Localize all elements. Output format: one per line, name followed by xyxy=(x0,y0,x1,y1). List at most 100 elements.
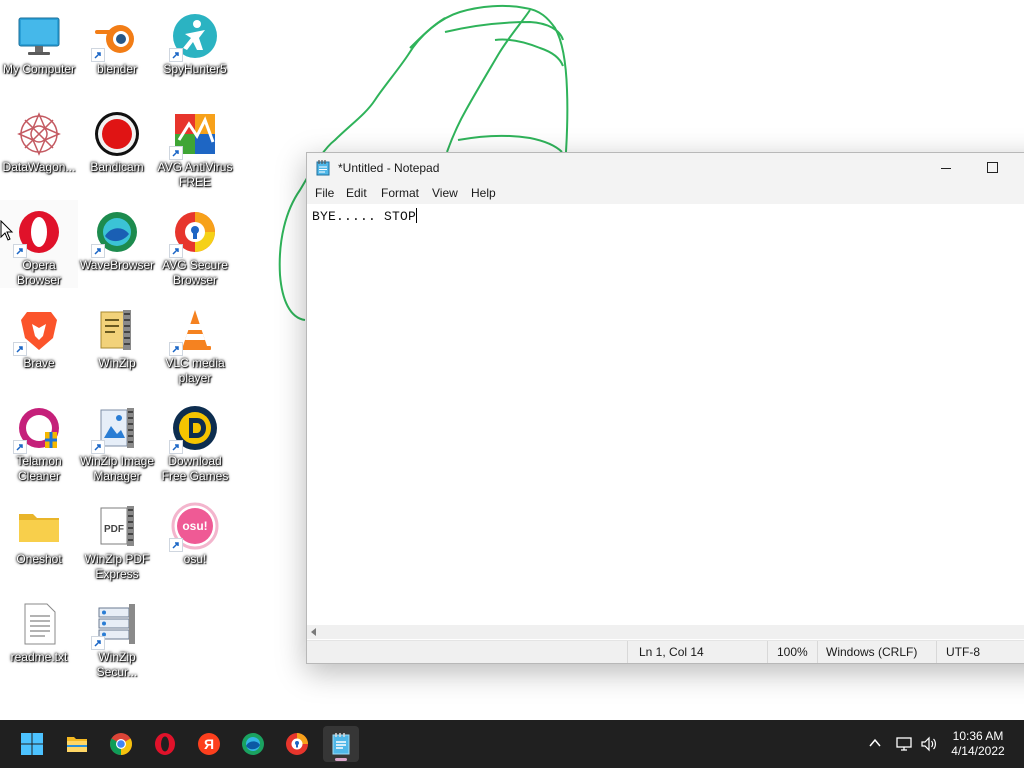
desktop-icon-wavebrowser[interactable]: WaveBrowser xyxy=(78,200,156,273)
text-caret xyxy=(416,208,418,223)
icon-label: WinZip xyxy=(98,356,136,370)
winzip-icon xyxy=(93,306,141,354)
brave-icon xyxy=(13,306,63,356)
avg-secure-browser-icon xyxy=(169,208,219,258)
winzip-image-manager-icon xyxy=(91,404,141,454)
status-divider xyxy=(936,641,937,663)
icon-label: VLC media player xyxy=(165,356,225,385)
shortcut-arrow-icon xyxy=(13,440,27,454)
desktop-icon-opera[interactable]: Opera Browser xyxy=(0,200,78,288)
yandex-icon: Я xyxy=(198,733,220,755)
menu-edit[interactable]: Edit xyxy=(346,186,367,200)
title-bar[interactable]: *Untitled - Notepad xyxy=(307,153,1024,183)
window-title: *Untitled - Notepad xyxy=(338,161,440,175)
desktop-icon-winzip[interactable]: WinZip xyxy=(78,298,156,371)
shortcut-arrow-icon xyxy=(13,342,27,356)
notepad-app-icon xyxy=(316,160,330,176)
desktop-icon-readme[interactable]: readme.txt xyxy=(0,592,78,665)
volume-icon[interactable] xyxy=(920,736,938,752)
menu-view[interactable]: View xyxy=(432,186,458,200)
chrome-icon xyxy=(110,733,132,755)
taskbar-edge[interactable] xyxy=(235,726,271,762)
icon-label: DataWagon... xyxy=(2,160,76,174)
chevron-up-icon[interactable] xyxy=(868,736,882,750)
desktop-icon-datawagon[interactable]: DataWagon... xyxy=(0,102,78,175)
taskbar-yandex[interactable]: Я xyxy=(191,726,227,762)
scroll-left-arrow-icon[interactable] xyxy=(311,628,316,636)
desktop-icon-osu[interactable]: osu! osu! xyxy=(156,494,234,567)
file-explorer-icon xyxy=(67,737,87,752)
desktop-icon-blender[interactable]: blender xyxy=(78,4,156,77)
menu-help[interactable]: Help xyxy=(471,186,496,200)
encoding: UTF-8 xyxy=(946,645,980,659)
opera-icon xyxy=(155,733,175,755)
windows-logo-icon xyxy=(21,733,43,755)
taskbar-file-explorer[interactable] xyxy=(59,726,95,762)
menu-file[interactable]: File xyxy=(315,186,334,200)
icon-label: Opera Browser xyxy=(16,258,61,287)
vlc-cone-icon xyxy=(169,306,219,356)
desktop-icon-winzip-secure[interactable]: WinZip Secur... xyxy=(78,592,156,680)
icon-label: WinZip PDF Express xyxy=(84,552,150,581)
icon-label: My Computer xyxy=(2,62,76,76)
network-icon[interactable] xyxy=(895,736,913,752)
line-ending: Windows (CRLF) xyxy=(826,645,918,659)
desktop-icon-telamon-cleaner[interactable]: Telamon Cleaner xyxy=(0,396,78,484)
winzip-pdf-icon: PDF xyxy=(93,502,141,550)
desktop-icon-brave[interactable]: Brave xyxy=(0,298,78,371)
wavebrowser-icon xyxy=(91,208,141,258)
text-editor-area[interactable]: BYE..... STOP xyxy=(307,204,1024,622)
desktop-icon-bandicam[interactable]: Bandicam xyxy=(78,102,156,175)
taskbar-avg-secure-browser[interactable] xyxy=(279,726,315,762)
desktop-icon-avg-antivirus[interactable]: AVG AntiVirus FREE xyxy=(156,102,234,190)
system-clock[interactable]: 10:36 AM 4/14/2022 xyxy=(946,729,1010,759)
winzip-secure-icon xyxy=(91,600,141,650)
icon-label: SpyHunter5 xyxy=(163,62,227,76)
horizontal-scrollbar[interactable] xyxy=(307,625,1024,639)
clock-time: 10:36 AM xyxy=(952,729,1004,743)
zoom-level: 100% xyxy=(777,645,808,659)
shortcut-arrow-icon xyxy=(169,48,183,62)
notepad-window[interactable]: *Untitled - Notepad File Edit Format Vie… xyxy=(306,152,1024,664)
desktop-icon-download-free-games[interactable]: Download Free Games xyxy=(156,396,234,484)
desktop-icon-oneshot[interactable]: Oneshot xyxy=(0,494,78,567)
shortcut-arrow-icon xyxy=(169,538,183,552)
desktop-icon-spyhunter[interactable]: SpyHunter5 xyxy=(156,4,234,77)
status-divider xyxy=(627,641,628,663)
desktop-icon-vlc[interactable]: VLC media player xyxy=(156,298,234,386)
desktop-icon-my-computer[interactable]: My Computer xyxy=(0,4,78,77)
start-button[interactable] xyxy=(14,726,50,762)
editor-text: BYE..... STOP xyxy=(312,208,418,224)
desktop-icon-winzip-pdf-express[interactable]: PDF WinZip PDF Express xyxy=(78,494,156,582)
icon-label: Brave xyxy=(23,356,55,370)
icon-label: Oneshot xyxy=(16,552,62,566)
svg-text:osu!: osu! xyxy=(182,519,207,533)
icon-label: WinZip Image Manager xyxy=(79,454,155,483)
svg-text:Я: Я xyxy=(204,736,214,752)
icon-label: osu! xyxy=(183,552,207,566)
icon-label: AVG AntiVirus FREE xyxy=(157,160,233,189)
shortcut-arrow-icon xyxy=(169,440,183,454)
desktop-icon-avg-secure-browser[interactable]: AVG Secure Browser xyxy=(156,200,234,288)
minimize-button[interactable] xyxy=(923,153,969,183)
icon-label: WinZip Secur... xyxy=(96,650,138,679)
folder-icon xyxy=(15,502,63,550)
taskbar-opera[interactable] xyxy=(147,726,183,762)
taskbar-notepad[interactable] xyxy=(323,726,359,762)
telamon-cleaner-icon xyxy=(13,404,63,454)
desktop-icon-winzip-image-manager[interactable]: WinZip Image Manager xyxy=(78,396,156,484)
shortcut-arrow-icon xyxy=(91,636,105,650)
desktop[interactable]: My Computer DataWagon... Opera Browser B… xyxy=(0,0,1024,720)
monitor-icon xyxy=(15,12,63,60)
bandicam-icon xyxy=(93,110,141,158)
taskbar-chrome[interactable] xyxy=(103,726,139,762)
shortcut-arrow-icon xyxy=(91,48,105,62)
maximize-button[interactable] xyxy=(969,153,1015,183)
shortcut-arrow-icon xyxy=(91,440,105,454)
clock-date: 4/14/2022 xyxy=(951,744,1005,758)
status-divider xyxy=(817,641,818,663)
status-divider xyxy=(767,641,768,663)
menu-format[interactable]: Format xyxy=(381,186,419,200)
shortcut-arrow-icon xyxy=(169,146,183,160)
svg-text:PDF: PDF xyxy=(104,524,124,535)
